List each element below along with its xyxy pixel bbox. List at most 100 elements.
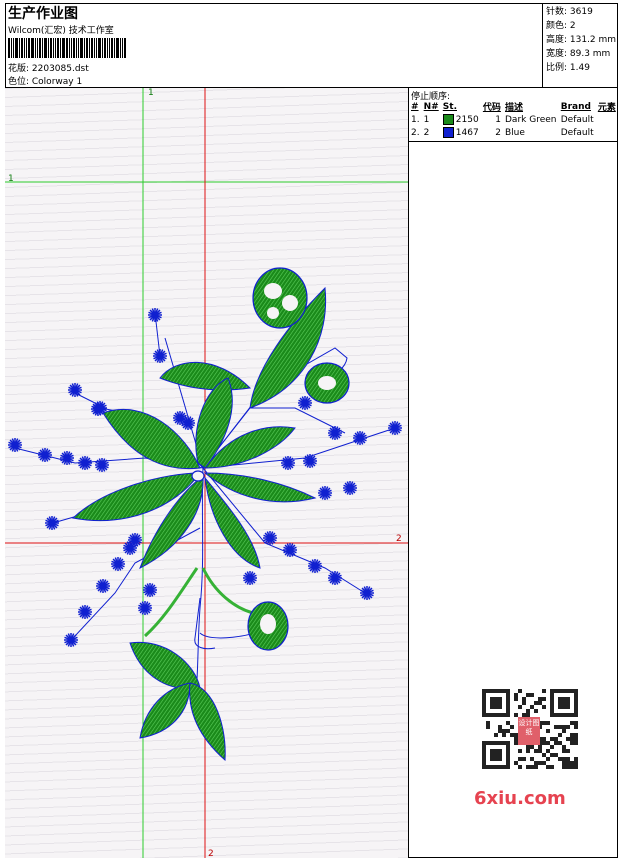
- red-guide-v-label: 2: [208, 849, 214, 858]
- table-row[interactable]: 2. 2 1467 2 Blue Default: [409, 126, 618, 139]
- qr-module: [530, 693, 534, 697]
- qr-module: [518, 689, 522, 693]
- qr-module: [494, 733, 498, 737]
- stats-panel: 针数: 3619 颜色: 2 高度: 131.2 mm 宽度: 89.3 mm …: [542, 3, 618, 88]
- leaf-bottom-1: [129, 641, 201, 690]
- qr-module: [542, 697, 546, 701]
- qr-module: [518, 765, 522, 769]
- qr-module: [550, 765, 554, 769]
- file-name: 花版: 2203085.dst: [8, 64, 89, 74]
- green-guide-v-label: 1: [148, 88, 154, 98]
- starburst: [64, 633, 78, 647]
- qr-module: [546, 757, 550, 761]
- row-element: [596, 113, 618, 126]
- colorway: 色位: Colorway 1: [8, 77, 83, 87]
- qr-module: [518, 749, 522, 753]
- color-swatch: [442, 127, 454, 138]
- qr-finder: [558, 697, 570, 709]
- header: 生产作业图 Wilcom(汇宏) 技术工作室 花版: 2203085.dst 色…: [5, 3, 618, 88]
- color-count: 颜色: 2: [546, 21, 576, 31]
- stop-sequence-table: # N# St. 代码 描述 Brand 元素 1. 1 2150 1 Dark…: [409, 100, 618, 139]
- starburst: [303, 454, 317, 468]
- qr-finder: [490, 697, 502, 709]
- qr-module: [522, 701, 526, 705]
- qr-module: [546, 729, 550, 733]
- row-index: 2.: [411, 127, 420, 138]
- row-code: 2: [495, 127, 501, 138]
- row-brand: Default: [560, 114, 594, 125]
- starburst: [38, 448, 52, 462]
- design-canvas[interactable]: 1 1 2 2: [5, 88, 409, 858]
- starburst: [281, 456, 295, 470]
- starburst: [138, 601, 152, 615]
- starburst: [111, 557, 125, 571]
- starburst: [148, 308, 162, 322]
- col-code: 代码: [482, 103, 501, 113]
- col-index: #: [411, 101, 419, 112]
- row-description: Blue: [505, 127, 525, 138]
- table-header-row: # N# St. 代码 描述 Brand 元素: [409, 100, 618, 114]
- starburst: [298, 396, 312, 410]
- green-guide-h-label: 1: [8, 174, 14, 184]
- qr-module: [546, 721, 550, 725]
- qr-module: [566, 725, 570, 729]
- starburst: [263, 531, 277, 545]
- row-needle: 1: [423, 114, 430, 125]
- starburst: [96, 579, 110, 593]
- green-leaves: [71, 286, 327, 762]
- qr-module: [526, 749, 530, 753]
- row-stitches-cell: 1467: [441, 126, 481, 139]
- qr-finder: [490, 749, 502, 761]
- starburst: [60, 451, 74, 465]
- col-element: 元素: [597, 103, 616, 113]
- qr-module: [574, 725, 578, 729]
- table-row[interactable]: 1. 1 2150 1 Dark Green Default: [409, 113, 618, 126]
- qr-module: [558, 733, 562, 737]
- starburst: [153, 349, 167, 363]
- col-needle: N#: [423, 101, 439, 112]
- design-width: 宽度: 89.3 mm: [546, 49, 611, 59]
- row-description: Dark Green: [505, 114, 557, 125]
- starburst: [343, 481, 357, 495]
- row-stitches: 2150: [455, 115, 479, 125]
- starburst: [360, 586, 374, 600]
- qr-module: [542, 689, 546, 693]
- starburst: [243, 571, 257, 585]
- starburst: [328, 571, 342, 585]
- starburst: [8, 438, 22, 452]
- embroidery-design: 1 1 2 2: [5, 88, 408, 858]
- col-description: 描述: [505, 103, 524, 113]
- qr-module: [574, 765, 578, 769]
- starburst: [95, 458, 109, 472]
- starburst: [143, 583, 157, 597]
- leaf-bottom-2: [139, 682, 191, 739]
- starburst: [283, 543, 297, 557]
- starburst: [78, 605, 92, 619]
- color-swatch: [442, 114, 454, 125]
- qr-module: [550, 745, 554, 749]
- starburst: [181, 416, 195, 430]
- starburst: [78, 456, 92, 470]
- row-stitches: 1467: [455, 128, 479, 138]
- barcode: [8, 38, 143, 58]
- col-brand: Brand: [560, 101, 591, 112]
- qr-module: [566, 749, 570, 753]
- design-scale: 比例: 1.49: [546, 63, 590, 73]
- stitch-count: 针数: 3619: [546, 7, 593, 17]
- qr-module: [514, 697, 518, 701]
- starburst: [318, 486, 332, 500]
- starburst: [388, 421, 402, 435]
- qr-module: [534, 709, 538, 713]
- row-code: 1: [495, 114, 501, 125]
- studio-name: Wilcom(汇宏) 技术工作室: [8, 26, 114, 36]
- page-title: 生产作业图: [8, 6, 78, 22]
- leaf-bottom-3: [189, 682, 226, 762]
- qr-module: [534, 765, 538, 769]
- row-stitches-cell: 2150: [441, 113, 481, 126]
- starburst: [353, 431, 367, 445]
- qr-module: [510, 725, 514, 729]
- qr-module: [502, 733, 506, 737]
- qr-module: [542, 705, 546, 709]
- watermark-stamp: 设计图纸: [518, 717, 540, 745]
- watermark-logo: 6xiu.com: [474, 788, 566, 809]
